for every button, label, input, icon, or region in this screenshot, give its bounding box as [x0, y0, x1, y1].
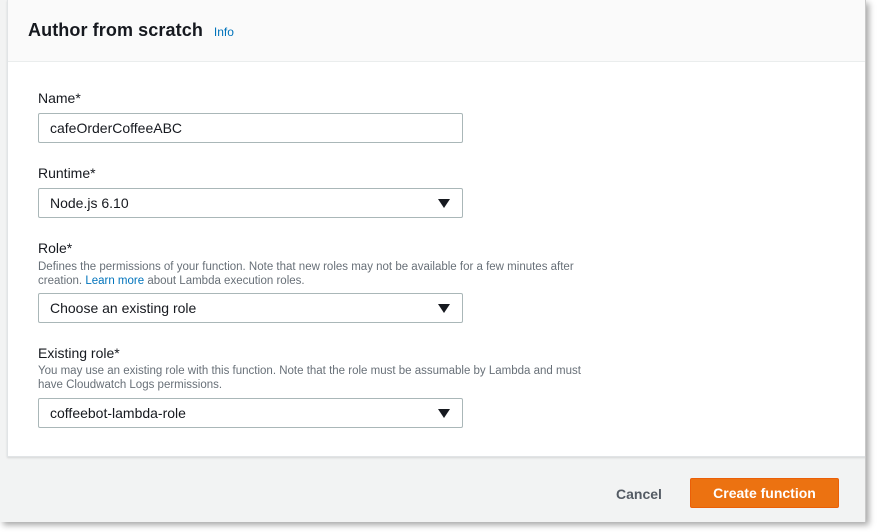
- chevron-down-icon: [438, 304, 450, 313]
- existing-role-select[interactable]: coffeebot-lambda-role: [38, 398, 463, 428]
- dialog-frame: Author from scratch Info Name* cafeOrder…: [0, 0, 866, 522]
- chevron-down-icon: [438, 199, 450, 208]
- function-name-input[interactable]: cafeOrderCoffeeABC: [38, 113, 463, 143]
- name-label: Name*: [38, 90, 81, 106]
- existing-role-description: You may use an existing role with this f…: [38, 365, 581, 391]
- role-selected-value: Choose an existing role: [50, 300, 197, 316]
- author-from-scratch-panel: Author from scratch Info Name* cafeOrder…: [7, 0, 865, 457]
- function-name-value: cafeOrderCoffeeABC: [50, 120, 183, 136]
- cancel-button[interactable]: Cancel: [600, 479, 678, 509]
- runtime-selected-value: Node.js 6.10: [50, 195, 129, 211]
- role-select[interactable]: Choose an existing role: [38, 293, 463, 323]
- info-link[interactable]: Info: [214, 25, 234, 39]
- runtime-label: Runtime*: [38, 165, 96, 181]
- panel-header: Author from scratch Info: [8, 0, 865, 62]
- chevron-down-icon: [438, 409, 450, 418]
- role-label: Role*: [38, 240, 73, 256]
- panel-title: Author from scratch: [28, 20, 203, 40]
- runtime-select[interactable]: Node.js 6.10: [38, 188, 463, 218]
- existing-role-selected-value: coffeebot-lambda-role: [50, 405, 186, 421]
- role-description: Defines the permissions of your function…: [38, 260, 598, 288]
- learn-more-link[interactable]: Learn more: [85, 275, 144, 287]
- create-function-button[interactable]: Create function: [690, 478, 839, 508]
- existing-role-label: Existing role*: [38, 345, 120, 361]
- role-description-suffix: about Lambda execution roles.: [147, 275, 305, 287]
